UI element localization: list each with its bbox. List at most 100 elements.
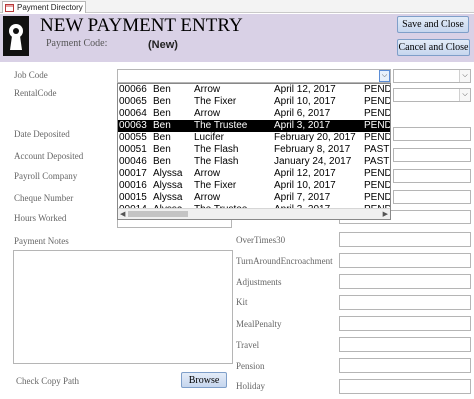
document-tab-bar: Payment Directory [0,0,474,13]
dropdown-cell: PEND [364,192,391,203]
job-code-dropdown-list[interactable]: 00066 Ben Arrow April 12, 2017 PEND 00065 Ben T… [117,83,391,220]
dropdown-cell: Ben [153,96,171,107]
dropdown-cell: PEND [364,96,391,107]
overtimes30-label: OverTimes30 [236,235,286,245]
chevron-down-icon[interactable]: ⌵ [379,70,390,82]
meal-penalty-label: MealPenalty [236,319,282,329]
dropdown-row[interactable]: 00055 Ben Lucifer February 20, 2017 PEND [118,132,390,144]
dropdown-cell: April 7, 2017 [274,192,331,203]
dropdown-cell: Ben [153,108,171,119]
meal-penalty-input[interactable] [339,316,471,331]
dropdown-row[interactable]: 00046 Ben The Flash January 24, 2017 PAST [118,156,390,168]
turnaround-encroachment-label: TurnAroundEncroachment [236,256,333,266]
dropdown-row[interactable]: 00016 Alyssa The Fixer April 10, 2017 PEND [118,180,390,192]
payment-code-label: Payment Code: [46,38,108,49]
dropdown-row[interactable]: 00066 Ben Arrow April 12, 2017 PEND [118,84,390,96]
cheque-number-label: Cheque Number [14,193,74,203]
dropdown-cell: Arrow [194,168,221,179]
dropdown-cell: The Flash [194,156,239,167]
dropdown-cell: 00055 [119,132,147,143]
right-input-2[interactable] [393,148,471,162]
cancel-and-close-button[interactable]: Cancel and Close [397,39,470,56]
arrow-left-icon[interactable]: ◀ [120,210,125,218]
dropdown-cell: Alyssa [153,192,183,203]
dropdown-cell: PAST [364,144,390,155]
dropdown-cell: Ben [153,132,171,143]
dropdown-cell: Alyssa [153,180,183,191]
dropdown-cell: 00016 [119,180,147,191]
check-copy-path-label: Check Copy Path [16,376,79,386]
arrow-right-icon[interactable]: ▶ [383,210,388,218]
dropdown-cell: Arrow [194,108,221,119]
dropdown-cell: April 6, 2017 [274,108,331,119]
dropdown-cell: PEND [364,108,391,119]
kit-label: Kit [236,297,248,307]
right-input-3[interactable] [393,169,471,183]
dropdown-cell: April 10, 2017 [274,96,336,107]
save-and-close-button[interactable]: Save and Close [397,16,469,33]
pension-label: Pension [236,361,265,371]
dropdown-cell: The Trustee [194,120,248,131]
account-deposited-label: Account Deposited [14,151,84,161]
dropdown-cell: February 8, 2017 [274,144,351,155]
turnaround-encroachment-input[interactable] [339,253,471,268]
pension-input[interactable] [339,358,471,373]
keyhole-logo [3,16,29,56]
dropdown-cell: PEND [364,132,391,143]
date-deposited-label: Date Deposited [14,129,70,139]
browse-button[interactable]: Browse [181,372,227,388]
right-input-4[interactable] [393,190,471,204]
secondary-combo[interactable]: ⌵ [393,69,471,83]
dropdown-cell: 00066 [119,84,147,95]
dropdown-cell: 00015 [119,192,147,203]
payroll-company-label: Payroll Company [14,171,78,181]
dropdown-cell: Alyssa [153,168,183,179]
dropdown-cell: Ben [153,144,171,155]
dropdown-row[interactable]: 00015 Alyssa Arrow April 7, 2017 PEND [118,192,390,204]
dropdown-cell: PEND [364,180,391,191]
dropdown-row[interactable]: 00065 Ben The Fixer April 10, 2017 PEND [118,96,390,108]
hours-worked-label: Hours Worked [14,213,67,223]
dropdown-cell: Arrow [194,84,221,95]
adjustments-input[interactable] [339,274,471,289]
payment-code-value: (New) [148,39,178,51]
dropdown-cell: PEND [364,84,391,95]
holiday-input[interactable] [339,379,471,394]
horizontal-scrollbar[interactable]: ◀ ▶ [118,208,390,219]
dropdown-cell: April 12, 2017 [274,168,336,179]
form-icon [5,3,14,12]
dropdown-cell: Ben [153,120,171,131]
dropdown-cell: 00046 [119,156,147,167]
chevron-down-icon[interactable]: ⌵ [459,70,470,82]
adjustments-label: Adjustments [236,277,282,287]
holiday-label: Holiday [236,381,265,391]
dropdown-cell: Ben [153,156,171,167]
dropdown-cell: 00064 [119,108,147,119]
dropdown-row[interactable]: 00051 Ben The Flash February 8, 2017 PAST [118,144,390,156]
dropdown-cell: January 24, 2017 [274,156,352,167]
dropdown-cell: 00065 [119,96,147,107]
dropdown-row[interactable]: 00017 Alyssa Arrow April 12, 2017 PEND [118,168,390,180]
job-code-combo[interactable]: ⌵ [117,69,391,83]
scrollbar-thumb[interactable] [128,211,188,217]
tab-payment-directory[interactable]: Payment Directory [2,1,86,13]
dropdown-cell: The Fixer [194,180,237,191]
payment-notes-textarea[interactable] [13,250,233,364]
chevron-down-icon[interactable]: ⌵ [459,89,470,101]
dropdown-cell: 00051 [119,144,147,155]
dropdown-cell: February 20, 2017 [274,132,356,143]
job-code-label: Job Code [14,70,48,80]
right-input-1[interactable] [393,127,471,141]
dropdown-cell: 00063 [119,120,147,131]
dropdown-cell: April 10, 2017 [274,180,336,191]
rental-code-label: RentalCode [14,88,57,98]
kit-input[interactable] [339,295,471,310]
overtimes30-input[interactable] [339,232,471,247]
dropdown-cell: PEND [364,168,391,179]
tab-label: Payment Directory [17,3,83,12]
rental-code-combo[interactable]: ⌵ [393,88,471,102]
dropdown-row[interactable]: 00064 Ben Arrow April 6, 2017 PEND [118,108,390,120]
dropdown-row[interactable]: 00063 Ben The Trustee April 3, 2017 PEND [118,120,390,132]
travel-input[interactable] [339,337,471,352]
page-title: NEW PAYMENT ENTRY [40,15,243,36]
